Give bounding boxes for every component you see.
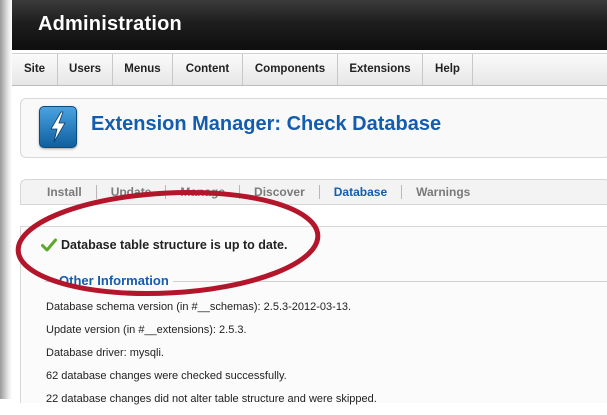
menu-item-site[interactable]: Site	[12, 54, 58, 85]
header-bar: Administration	[12, 0, 607, 50]
other-information-legend: Other Information	[55, 273, 173, 288]
menu-item-extensions[interactable]: Extensions	[338, 54, 423, 85]
page-title: Extension Manager: Check Database	[91, 113, 442, 135]
menu-item-users[interactable]: Users	[58, 54, 113, 85]
header-title: Administration	[38, 13, 182, 35]
tab-install[interactable]: Install	[33, 185, 97, 199]
check-icon	[41, 238, 57, 252]
status-text: Database table structure is up to date.	[61, 238, 288, 252]
menu-item-content[interactable]: Content	[173, 54, 243, 85]
info-list: Database schema version (in #__schemas):…	[46, 300, 607, 415]
window-edge-shadow	[0, 0, 12, 399]
lightning-bolt-icon	[39, 106, 77, 148]
menu-item-components[interactable]: Components	[243, 54, 338, 85]
info-line-update-version: Update version (in #__extensions): 2.5.3…	[46, 324, 247, 336]
info-line-skipped-changes: 22 database changes did not alter table …	[46, 393, 377, 405]
menu-item-menus[interactable]: Menus	[113, 54, 173, 85]
tab-update[interactable]: Update	[97, 185, 167, 199]
page-title-panel: Extension Manager: Check Database	[20, 98, 607, 158]
database-check-content: Database table structure is up to date. …	[20, 226, 607, 405]
info-line-checked-changes: 62 database changes were checked success…	[46, 370, 287, 382]
menu-item-help[interactable]: Help	[423, 54, 473, 85]
info-line-schema-version: Database schema version (in #__schemas):…	[46, 301, 352, 313]
status-message: Database table structure is up to date.	[41, 238, 287, 252]
submenu-tabs: Install Update Manage Discover Database …	[20, 179, 607, 205]
tab-discover[interactable]: Discover	[240, 185, 320, 199]
main-menu-bar: Site Users Menus Content Components Exte…	[12, 53, 607, 86]
tab-warnings[interactable]: Warnings	[402, 185, 484, 199]
info-line-database-driver: Database driver: mysqli.	[46, 347, 164, 359]
tab-database[interactable]: Database	[320, 185, 403, 199]
tab-manage[interactable]: Manage	[166, 185, 241, 199]
admin-app: Administration Site Users Menus Content …	[12, 0, 607, 405]
